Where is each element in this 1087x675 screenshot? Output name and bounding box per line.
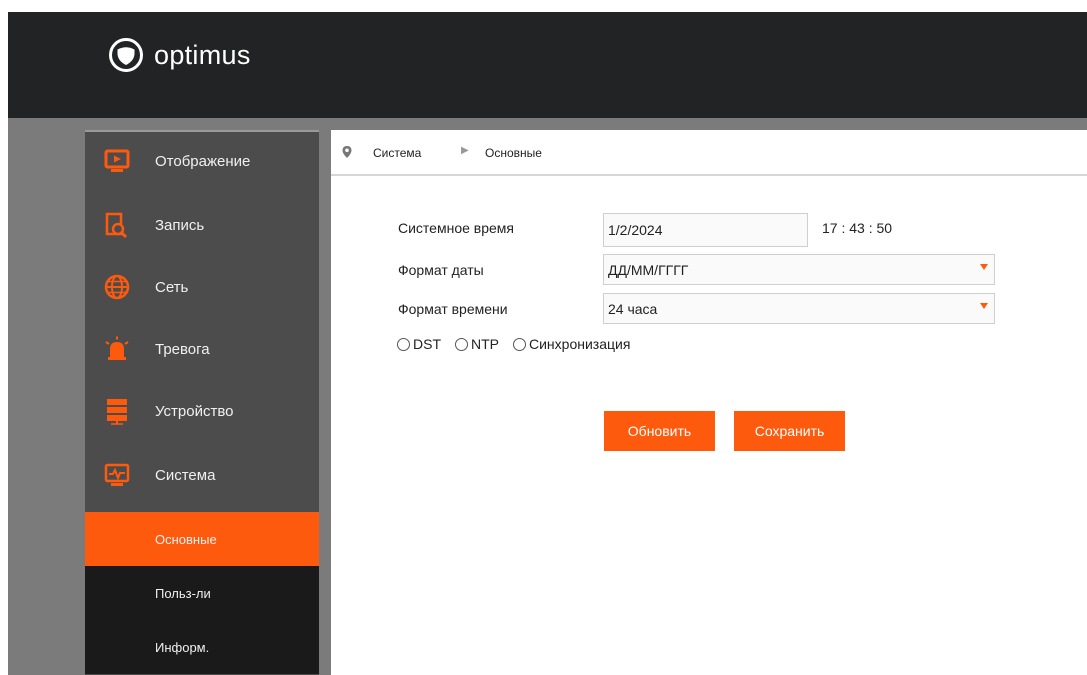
time-format-value: 24 часа bbox=[608, 300, 658, 317]
breadcrumb-current: Основные bbox=[485, 146, 542, 160]
sidebar-item-device[interactable]: Устройство bbox=[85, 380, 319, 442]
submenu-item-info[interactable]: Информ. bbox=[85, 620, 319, 674]
submenu-item-label: Польз-ли bbox=[155, 585, 211, 601]
submenu-item-general[interactable]: Основные bbox=[85, 512, 319, 566]
sidebar-item-display[interactable]: Отображение bbox=[85, 130, 319, 192]
breadcrumb-parent[interactable]: Система bbox=[373, 146, 421, 160]
time-format-label: Формат времени bbox=[398, 301, 508, 317]
sidebar: Отображение Запись Сеть Тревога Устройст… bbox=[85, 130, 319, 675]
dst-label: DST bbox=[413, 336, 441, 352]
sidebar-item-label: Запись bbox=[155, 216, 205, 234]
time-format-select[interactable]: 24 часа bbox=[603, 293, 995, 324]
sidebar-item-record[interactable]: Запись bbox=[85, 194, 319, 256]
sidebar-item-label: Тревога bbox=[155, 340, 210, 358]
refresh-button[interactable]: Обновить bbox=[604, 411, 715, 451]
sidebar-item-label: Устройство bbox=[155, 402, 234, 420]
sidebar-item-label: Система bbox=[155, 466, 216, 484]
sync-option[interactable]: Синхронизация bbox=[513, 336, 630, 352]
system-time-value: 17 : 43 : 50 bbox=[822, 220, 893, 236]
chevron-down-icon bbox=[980, 264, 988, 270]
sidebar-item-label: Сеть bbox=[155, 278, 189, 296]
record-icon bbox=[105, 212, 128, 239]
dst-radio[interactable] bbox=[397, 337, 410, 351]
system-date-field[interactable]: 1/2/2024 bbox=[603, 213, 808, 247]
sidebar-item-alarm[interactable]: Тревога bbox=[85, 318, 319, 380]
breadcrumb-separator-icon: ▶ bbox=[461, 145, 469, 156]
sync-label: Синхронизация bbox=[529, 336, 631, 352]
sidebar-item-network[interactable]: Сеть bbox=[85, 256, 319, 318]
date-format-value: ДД/ММ/ГГГГ bbox=[608, 261, 689, 278]
sidebar-item-system[interactable]: Система bbox=[85, 444, 319, 506]
system-icon bbox=[104, 463, 130, 486]
location-pin-icon bbox=[342, 146, 352, 158]
storage-icon bbox=[107, 399, 127, 425]
submenu-item-users[interactable]: Польз-ли bbox=[85, 566, 319, 620]
dst-option[interactable]: DST bbox=[397, 336, 441, 352]
date-format-label: Формат даты bbox=[398, 262, 484, 278]
brand-name: optimus bbox=[154, 39, 251, 70]
ntp-option[interactable]: NTP bbox=[455, 336, 499, 352]
system-date-value: 1/2/2024 bbox=[608, 222, 663, 238]
chevron-down-icon bbox=[980, 303, 988, 309]
breadcrumb: Система ▶ Основные bbox=[331, 130, 1087, 176]
sidebar-item-label: Отображение bbox=[155, 152, 251, 170]
main-panel: Система ▶ Основные Системное время 1/2/2… bbox=[331, 130, 1087, 675]
submenu-item-label: Основные bbox=[155, 531, 217, 547]
optimus-logo-icon bbox=[109, 38, 143, 72]
ntp-label: NTP bbox=[471, 336, 499, 352]
alarm-icon bbox=[105, 336, 129, 360]
system-time-label: Системное время bbox=[398, 220, 515, 236]
globe-icon bbox=[104, 274, 130, 300]
sync-radio[interactable] bbox=[513, 337, 526, 351]
submenu-item-label: Информ. bbox=[155, 639, 210, 655]
ntp-radio[interactable] bbox=[455, 337, 468, 351]
brand-logo: optimus bbox=[108, 37, 251, 73]
save-button[interactable]: Сохранить bbox=[734, 411, 845, 451]
date-format-select[interactable]: ДД/ММ/ГГГГ bbox=[603, 254, 995, 285]
app-root: optimus Отображение Запись Сеть Тревога … bbox=[0, 0, 1087, 675]
time-options: DST NTP Синхронизация bbox=[397, 336, 644, 352]
top-header: optimus bbox=[8, 12, 1087, 118]
display-icon bbox=[104, 149, 130, 172]
